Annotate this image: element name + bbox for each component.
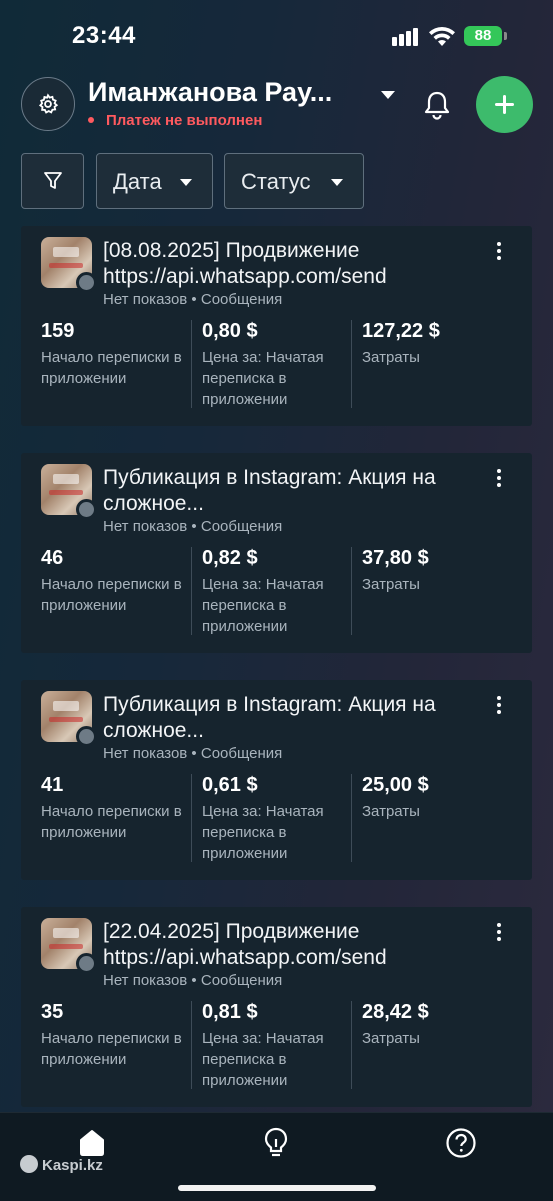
cost-per-result-value: 0,82 $: [202, 547, 258, 569]
cost-per-result-label: Цена за: Начатая переписка в приложении: [202, 803, 324, 862]
campaign-title[interactable]: [22.04.2025] Продвижение https://api.wha…: [103, 919, 473, 971]
wifi-icon: [429, 26, 455, 46]
status-filter-label: Статус: [241, 169, 311, 194]
objective: Сообщения: [200, 518, 283, 535]
amount-spent-value: 127,22 $: [362, 320, 440, 342]
amount-spent-value: 28,42 $: [362, 1001, 429, 1023]
results-stat: 35 Начало переписки в приложении: [41, 1001, 191, 1070]
cost-per-result-label: Цена за: Начатая переписка в приложении: [202, 1030, 324, 1089]
cost-per-result-label: Цена за: Начатая переписка в приложении: [202, 349, 324, 408]
amount-spent-stat: 37,80 $ Затраты: [351, 547, 512, 635]
amount-spent-label: Затраты: [362, 349, 420, 366]
status-bar: 23:44 88: [0, 0, 553, 72]
battery-icon: 88: [464, 26, 507, 46]
campaign-meta: Нет показов • Сообщения: [103, 972, 283, 989]
results-stat: 41 Начало переписки в приложении: [41, 774, 191, 843]
cost-per-result-stat: 0,82 $ Цена за: Начатая переписка в прил…: [191, 547, 352, 635]
gear-icon: [38, 93, 59, 114]
filter-icon: [44, 172, 62, 189]
help-icon[interactable]: [445, 1127, 477, 1159]
date-filter-dropdown[interactable]: Дата: [96, 153, 213, 209]
campaign-card[interactable]: [08.08.2025] Продвижение https://api.wha…: [21, 226, 532, 426]
results-value: 35: [41, 1001, 64, 1023]
cost-per-result-stat: 0,61 $ Цена за: Начатая переписка в прил…: [191, 774, 352, 862]
home-icon[interactable]: [77, 1127, 107, 1157]
date-filter-label: Дата: [113, 169, 162, 194]
campaign-title[interactable]: Публикация в Instagram: Акция на сложное…: [103, 465, 473, 517]
results-stat: 159 Начало переписки в приложении: [41, 320, 191, 389]
status-dot: [76, 499, 97, 520]
results-value: 41: [41, 774, 64, 796]
more-options-icon[interactable]: [491, 694, 507, 716]
campaign-meta: Нет показов • Сообщения: [103, 745, 283, 762]
results-value: 46: [41, 547, 64, 569]
results-label: Начало переписки в приложении: [41, 576, 182, 614]
delivery-status: Нет показов: [103, 745, 188, 762]
status-dot: [76, 272, 97, 293]
amount-spent-label: Затраты: [362, 803, 420, 820]
account-header: Иманжанова Рау... Платеж не выполнен: [0, 72, 553, 142]
campaign-title[interactable]: Публикация в Instagram: Акция на сложное…: [103, 692, 473, 744]
status-dot: [76, 726, 97, 747]
watermark-text: Kaspi.kz: [42, 1157, 103, 1174]
delivery-status: Нет показов: [103, 291, 188, 308]
more-options-icon[interactable]: [491, 240, 507, 262]
bottom-navigation: Kaspi.kz: [0, 1112, 553, 1201]
results-label: Начало переписки в приложении: [41, 1030, 182, 1068]
delivery-status: Нет показов: [103, 518, 188, 535]
kaspi-logo-icon: [20, 1155, 38, 1173]
objective: Сообщения: [200, 745, 283, 762]
cost-per-result-value: 0,81 $: [202, 1001, 258, 1023]
amount-spent-value: 37,80 $: [362, 547, 429, 569]
settings-button[interactable]: [21, 77, 75, 131]
amount-spent-label: Затраты: [362, 576, 420, 593]
results-label: Начало переписки в приложении: [41, 349, 182, 387]
filter-bar: Дата Статус: [0, 153, 553, 211]
campaign-meta: Нет показов • Сообщения: [103, 291, 283, 308]
cost-per-result-value: 0,80 $: [202, 320, 258, 342]
status-dot: [76, 953, 97, 974]
amount-spent-stat: 28,42 $ Затраты: [351, 1001, 512, 1089]
payment-status: Платеж не выполнен: [88, 112, 262, 129]
cost-per-result-label: Цена за: Начатая переписка в приложении: [202, 576, 324, 635]
delivery-status: Нет показов: [103, 972, 188, 989]
account-name[interactable]: Иманжанова Рау...: [88, 77, 332, 108]
objective: Сообщения: [200, 291, 283, 308]
amount-spent-stat: 127,22 $ Затраты: [351, 320, 512, 408]
campaign-meta: Нет показов • Сообщения: [103, 518, 283, 535]
amount-spent-stat: 25,00 $ Затраты: [351, 774, 512, 862]
chevron-down-icon[interactable]: [381, 91, 395, 99]
more-options-icon[interactable]: [491, 467, 507, 489]
create-button[interactable]: [476, 76, 533, 133]
campaign-card[interactable]: Публикация в Instagram: Акция на сложное…: [21, 453, 532, 653]
bell-icon[interactable]: [423, 90, 451, 120]
home-indicator[interactable]: [178, 1185, 376, 1191]
results-stat: 46 Начало переписки в приложении: [41, 547, 191, 616]
results-label: Начало переписки в приложении: [41, 803, 182, 841]
campaign-title[interactable]: [08.08.2025] Продвижение https://api.wha…: [103, 238, 473, 290]
amount-spent-label: Затраты: [362, 1030, 420, 1047]
more-options-icon[interactable]: [491, 921, 507, 943]
status-filter-dropdown[interactable]: Статус: [224, 153, 364, 209]
amount-spent-value: 25,00 $: [362, 774, 429, 796]
cost-per-result-stat: 0,81 $ Цена за: Начатая переписка в прил…: [191, 1001, 352, 1089]
cost-per-result-value: 0,61 $: [202, 774, 258, 796]
campaign-card[interactable]: Публикация в Instagram: Акция на сложное…: [21, 680, 532, 880]
lightbulb-icon[interactable]: [262, 1127, 290, 1159]
status-time: 23:44: [72, 22, 136, 49]
chevron-down-icon: [331, 179, 343, 186]
campaign-card[interactable]: [22.04.2025] Продвижение https://api.wha…: [21, 907, 532, 1107]
watermark: Kaspi.kz: [20, 1155, 103, 1174]
cellular-signal-icon: [392, 28, 422, 46]
objective: Сообщения: [200, 972, 283, 989]
filter-button[interactable]: [21, 153, 84, 209]
cost-per-result-stat: 0,80 $ Цена за: Начатая переписка в прил…: [191, 320, 352, 408]
chevron-down-icon: [180, 179, 192, 186]
results-value: 159: [41, 320, 75, 342]
